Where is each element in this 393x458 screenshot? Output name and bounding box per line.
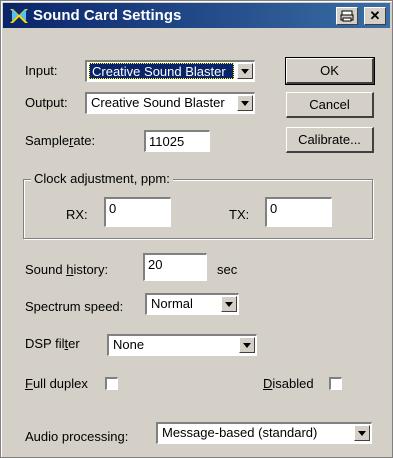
chevron-down-icon[interactable] <box>221 296 237 312</box>
ok-button[interactable]: OK <box>285 57 375 85</box>
full-duplex-checkbox[interactable] <box>105 377 118 390</box>
sound-card-settings-dialog: Sound Card Settings ✕ Input: Creative So… <box>0 0 393 458</box>
input-label: Input: <box>25 63 58 78</box>
window-title: Sound Card Settings <box>33 7 182 24</box>
sound-history-label: Sound history: <box>25 262 109 277</box>
audio-processing-select[interactable]: Message-based (standard) <box>156 422 372 444</box>
output-select[interactable]: Creative Sound Blaster <box>85 92 255 114</box>
chevron-down-icon[interactable] <box>237 63 253 79</box>
dsp-filter-label: DSP filter <box>25 336 80 351</box>
calibrate-button[interactable]: Calibrate... <box>286 127 374 153</box>
print-icon[interactable] <box>336 7 358 25</box>
chevron-down-icon[interactable] <box>237 95 253 111</box>
tx-input[interactable]: 0 <box>265 197 332 227</box>
input-select[interactable]: Creative Sound Blaster <box>85 60 255 82</box>
spectrum-speed-value: Normal <box>151 296 193 311</box>
spectrum-speed-select[interactable]: Normal <box>145 293 239 315</box>
sound-history-unit: sec <box>217 262 238 277</box>
spectrum-speed-label: Spectrum speed: <box>25 299 124 314</box>
full-duplex-label: Full duplex <box>25 376 88 391</box>
dsp-filter-value: None <box>113 337 145 352</box>
samplerate-label: Samplerate: <box>25 133 96 148</box>
title-bar[interactable]: Sound Card Settings ✕ <box>3 3 390 28</box>
cancel-button[interactable]: Cancel <box>286 92 374 118</box>
disabled-label: Disabled <box>263 376 314 391</box>
clock-adjustment-title: Clock adjustment, ppm: <box>31 171 173 186</box>
output-label: Output: <box>25 95 68 110</box>
samplerate-input[interactable]: 11025 <box>144 130 210 152</box>
close-icon[interactable]: ✕ <box>364 7 386 25</box>
audio-processing-label: Audio processing: <box>25 429 129 444</box>
rx-label: RX: <box>66 207 88 222</box>
chevron-down-icon[interactable] <box>239 337 255 353</box>
disabled-checkbox[interactable] <box>329 377 342 390</box>
app-logo-icon <box>9 7 29 25</box>
rx-input[interactable]: 0 <box>104 197 171 227</box>
tx-label: TX: <box>229 207 250 222</box>
chevron-down-icon[interactable] <box>354 425 370 441</box>
audio-processing-value: Message-based (standard) <box>162 425 318 440</box>
output-select-value: Creative Sound Blaster <box>91 95 225 110</box>
sound-history-input[interactable]: 20 <box>143 253 207 281</box>
input-select-value: Creative Sound Blaster <box>89 63 234 79</box>
dsp-filter-select[interactable]: None <box>107 334 257 356</box>
